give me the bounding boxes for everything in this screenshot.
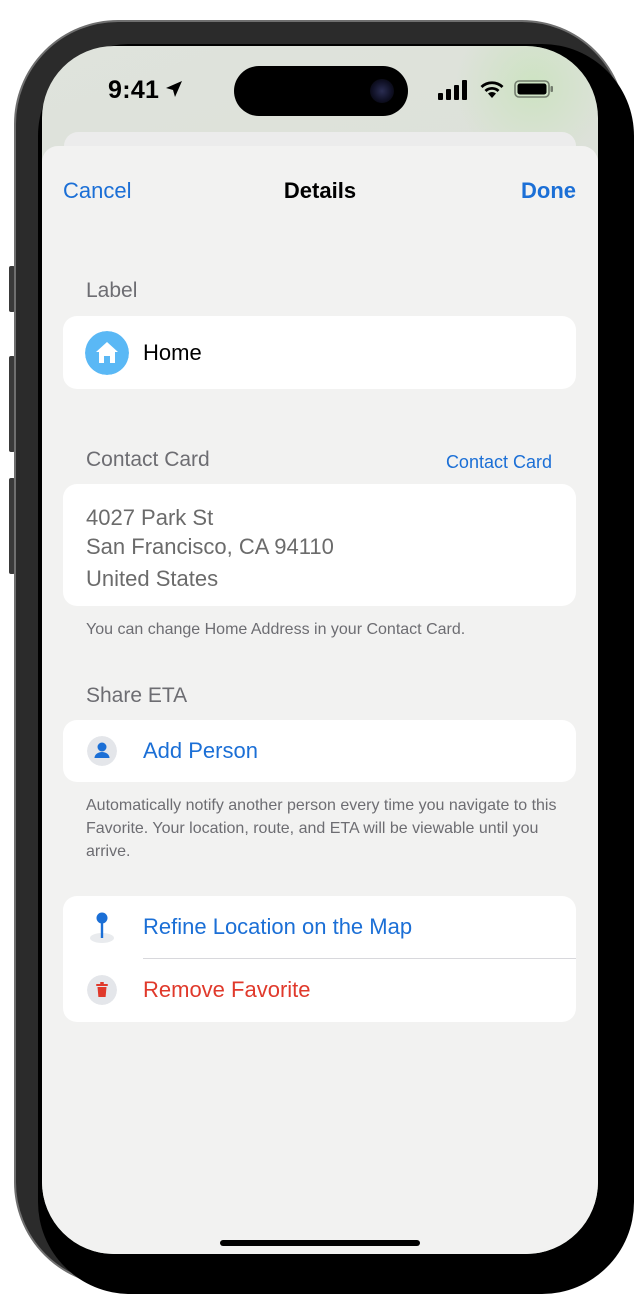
front-camera (370, 79, 394, 103)
label-value: Home (143, 340, 202, 365)
wifi-icon (480, 81, 504, 98)
phone-screen: 9:41 Cancel Details Done Label Home Cont… (42, 46, 598, 1254)
contact-footnote: You can change Home Address in your Cont… (86, 621, 466, 638)
actions-card: Refine Location on the Map Remove Favori… (63, 896, 576, 1022)
remove-favorite-label: Remove Favorite (143, 977, 311, 1002)
address-line-3: United States (86, 566, 219, 591)
address-line-1: 4027 Park St (86, 505, 214, 530)
dynamic-island (234, 66, 408, 116)
remove-favorite-row[interactable]: Remove Favorite (63, 959, 576, 1022)
house-icon (85, 331, 129, 375)
done-button[interactable]: Done (521, 178, 576, 204)
cellular-signal-icon (438, 80, 467, 100)
refine-location-label: Refine Location on the Map (143, 914, 413, 939)
contact-card-link[interactable]: Contact Card (446, 452, 552, 473)
label-card[interactable]: Home (63, 316, 576, 389)
location-arrow-icon (166, 81, 182, 97)
add-person-label: Add Person (143, 738, 258, 763)
person-icon (87, 736, 117, 766)
share-eta-footnote: Automatically notify another person ever… (86, 797, 557, 860)
trash-icon (87, 975, 117, 1005)
add-person-row[interactable]: Add Person (63, 720, 576, 782)
address-card: 4027 Park St San Francisco, CA 94110 Uni… (63, 484, 576, 606)
map-pin-icon (90, 912, 114, 943)
share-eta-header: Share ETA (86, 684, 188, 707)
contact-section-header: Contact Card (86, 448, 210, 471)
status-time: 9:41 (108, 76, 160, 104)
address-line-2: San Francisco, CA 94110 (86, 534, 334, 559)
details-sheet: Cancel Details Done Label Home Contact C… (42, 146, 598, 1254)
refine-location-row[interactable]: Refine Location on the Map (63, 896, 576, 958)
label-section-header: Label (86, 279, 138, 302)
sheet-title: Details (283, 178, 357, 203)
battery-icon (514, 80, 553, 98)
home-indicator[interactable] (220, 1240, 420, 1246)
